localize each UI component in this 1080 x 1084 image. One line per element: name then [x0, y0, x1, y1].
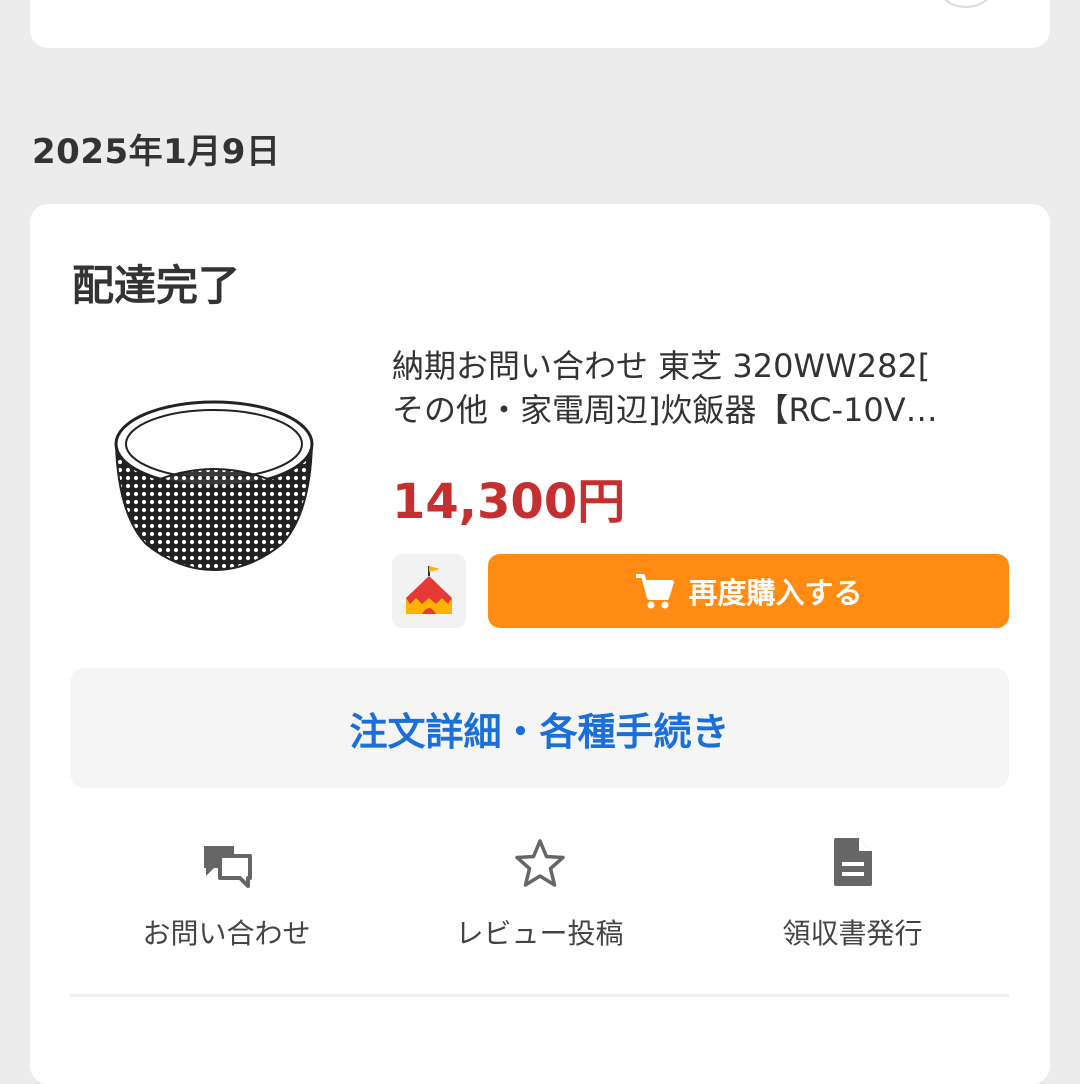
review-label: レビュー投稿 — [455, 917, 624, 950]
rice-cooker-pot-image — [114, 400, 314, 572]
cart-icon — [636, 574, 675, 609]
document-icon — [833, 838, 872, 886]
chat-bubbles-icon — [203, 846, 252, 888]
order-card: 配達完了 納期お問い合わせ 東芝 320WW282[ その他・家電周辺]炊飯器【… — [30, 204, 1050, 1084]
order-details-label: 注文詳細・各種手続き — [349, 709, 730, 754]
order-date: 2025年1月9日 — [32, 132, 281, 172]
shop-button[interactable] — [392, 554, 466, 628]
previous-card-button[interactable] — [932, 0, 1000, 8]
product-price: 14,300円 — [392, 474, 626, 530]
previous-order-card — [30, 0, 1050, 48]
order-details-button[interactable]: 注文詳細・各種手続き — [70, 668, 1009, 788]
rebuy-button[interactable]: 再度購入する — [488, 554, 1009, 628]
product-image[interactable] — [108, 394, 320, 574]
receipt-action[interactable]: 領収書発行 — [696, 824, 1009, 974]
tent-shop-icon — [406, 566, 452, 614]
contact-label: お問い合わせ — [142, 917, 311, 950]
review-action[interactable]: レビュー投稿 — [383, 824, 696, 974]
action-row: お問い合わせ レビュー投稿 領収書発行 — [70, 824, 1009, 974]
divider — [70, 994, 1009, 997]
product-title[interactable]: 納期お問い合わせ 東芝 320WW282[ その他・家電周辺]炊飯器【RC-10… — [392, 344, 1012, 432]
delivery-status: 配達完了 — [72, 261, 241, 310]
star-icon — [514, 839, 565, 887]
rebuy-label: 再度購入する — [688, 576, 863, 610]
receipt-label: 領収書発行 — [782, 917, 923, 950]
contact-action[interactable]: お問い合わせ — [70, 824, 383, 974]
